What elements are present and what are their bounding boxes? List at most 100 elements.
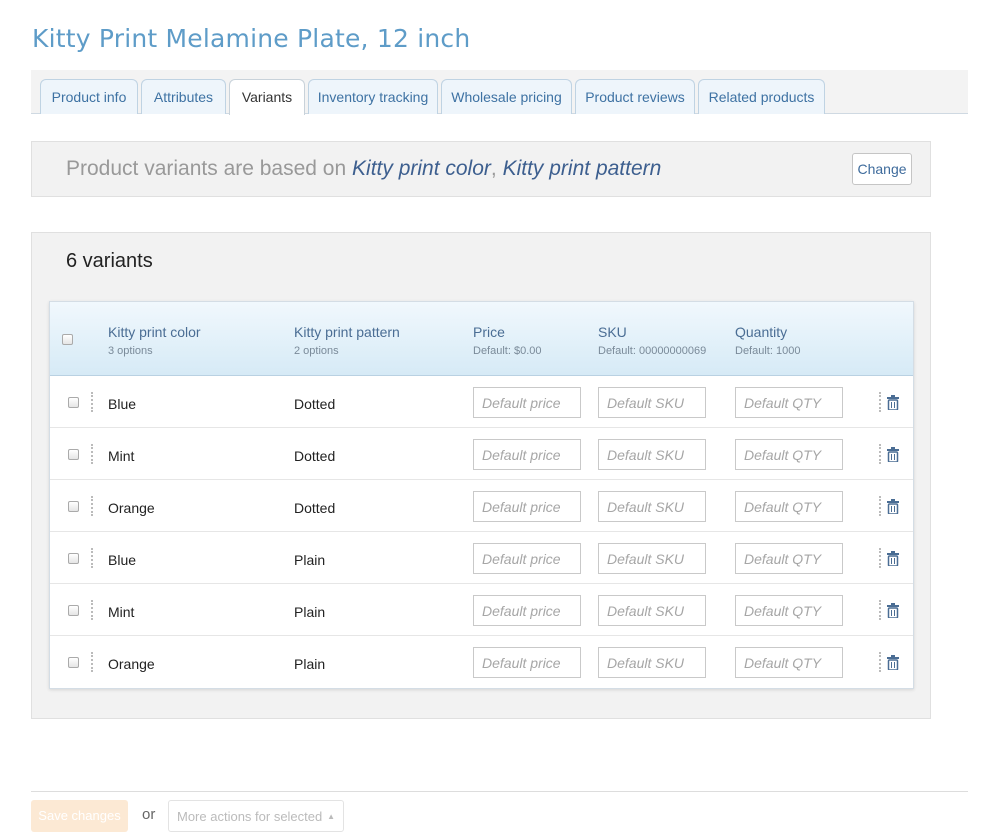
row-checkbox[interactable]	[68, 657, 79, 668]
row-drag-handle[interactable]	[91, 392, 93, 412]
tab-product-info[interactable]: Product info	[40, 79, 138, 114]
tab-related-products[interactable]: Related products	[698, 79, 825, 114]
row-separator	[879, 444, 881, 464]
row-drag-handle[interactable]	[91, 548, 93, 568]
row-pattern: Plain	[294, 604, 326, 620]
sku-input[interactable]	[598, 647, 706, 678]
row-separator	[879, 392, 881, 412]
header-qty-sub: Default: 1000	[735, 345, 801, 357]
row-checkbox[interactable]	[68, 553, 79, 564]
table-header: Kitty print color 3 options Kitty print …	[50, 302, 913, 376]
table-row: Mint Dotted	[50, 428, 913, 480]
row-pattern: Plain	[294, 552, 326, 568]
sku-input[interactable]	[598, 595, 706, 626]
row-pattern: Dotted	[294, 448, 336, 464]
header-qty: Quantity Default: 1000	[735, 324, 800, 357]
qty-input[interactable]	[735, 595, 843, 626]
tab-bar: Product info Attributes Variants Invento…	[31, 70, 968, 115]
price-input[interactable]	[473, 387, 581, 418]
table-row: Orange Dotted	[50, 480, 913, 532]
header-sku: SKU Default: 00000000069	[598, 324, 706, 357]
table-row: Mint Plain	[50, 584, 913, 636]
tab-attributes[interactable]: Attributes	[141, 79, 226, 114]
variant-count: 6 variants	[66, 250, 153, 272]
row-drag-handle[interactable]	[91, 496, 93, 516]
more-actions-dropdown[interactable]: More actions for selected ▲	[168, 800, 344, 832]
price-input[interactable]	[473, 647, 581, 678]
qty-input[interactable]	[735, 543, 843, 574]
trash-icon	[887, 655, 899, 670]
variant-basis-attr-color: Kitty print color	[352, 157, 491, 180]
trash-icon	[887, 447, 899, 462]
row-color: Mint	[108, 604, 135, 620]
header-price-label: Price	[473, 324, 505, 340]
row-pattern: Plain	[294, 656, 326, 672]
variants-table: Kitty print color 3 options Kitty print …	[49, 301, 914, 689]
variant-basis-prefix: Product variants are based on	[66, 157, 353, 180]
variant-basis-panel: Product variants are based on Kitty prin…	[31, 141, 931, 197]
tab-wholesale-pricing[interactable]: Wholesale pricing	[441, 79, 572, 114]
row-pattern: Dotted	[294, 396, 336, 412]
variant-basis-attr-pattern: Kitty print pattern	[502, 157, 662, 180]
row-drag-handle[interactable]	[91, 444, 93, 464]
row-pattern: Dotted	[294, 500, 336, 516]
row-checkbox[interactable]	[68, 501, 79, 512]
page-title: Kitty Print Melamine Plate, 12 inch	[32, 24, 471, 53]
or-text: or	[142, 806, 156, 823]
row-separator	[879, 548, 881, 568]
header-price-sub: Default: $0.00	[473, 345, 542, 357]
price-input[interactable]	[473, 595, 581, 626]
header-price: Price Default: $0.00	[473, 324, 542, 357]
footer-divider	[31, 791, 968, 792]
trash-icon	[887, 499, 899, 514]
row-separator	[879, 496, 881, 516]
sku-input[interactable]	[598, 387, 706, 418]
price-input[interactable]	[473, 439, 581, 470]
price-input[interactable]	[473, 491, 581, 522]
row-color: Orange	[108, 656, 155, 672]
sku-input[interactable]	[598, 491, 706, 522]
price-input[interactable]	[473, 543, 581, 574]
row-checkbox[interactable]	[68, 449, 79, 460]
tab-variants[interactable]: Variants	[229, 79, 305, 115]
qty-input[interactable]	[735, 439, 843, 470]
select-all-checkbox[interactable]	[62, 334, 73, 345]
qty-input[interactable]	[735, 491, 843, 522]
table-row: Blue Dotted	[50, 376, 913, 428]
row-drag-handle[interactable]	[91, 652, 93, 672]
variant-basis-text: Product variants are based on Kitty prin…	[66, 157, 661, 181]
tab-inventory-tracking[interactable]: Inventory tracking	[308, 79, 438, 114]
header-sku-label: SKU	[598, 324, 627, 340]
header-pattern-sub: 2 options	[294, 345, 339, 357]
header-qty-label: Quantity	[735, 324, 788, 340]
save-changes-button[interactable]: Save changes	[31, 800, 128, 832]
row-separator	[879, 600, 881, 620]
header-color: Kitty print color 3 options	[108, 324, 201, 357]
row-drag-handle[interactable]	[91, 600, 93, 620]
header-color-sub: 3 options	[108, 345, 153, 357]
row-color: Orange	[108, 500, 155, 516]
sku-input[interactable]	[598, 439, 706, 470]
row-separator	[879, 652, 881, 672]
qty-input[interactable]	[735, 647, 843, 678]
header-pattern: Kitty print pattern 2 options	[294, 324, 400, 357]
row-checkbox[interactable]	[68, 605, 79, 616]
header-color-label: Kitty print color	[108, 324, 201, 340]
sku-input[interactable]	[598, 543, 706, 574]
trash-icon	[887, 551, 899, 566]
variants-panel: 6 variants Kitty print color 3 options K…	[31, 232, 931, 719]
table-row: Blue Plain	[50, 532, 913, 584]
variant-basis-separator: ,	[490, 157, 503, 180]
caret-up-icon: ▲	[327, 812, 335, 821]
qty-input[interactable]	[735, 387, 843, 418]
row-color: Mint	[108, 448, 135, 464]
header-pattern-label: Kitty print pattern	[294, 324, 400, 340]
trash-icon	[887, 603, 899, 618]
table-row: Orange Plain	[50, 636, 913, 688]
trash-icon	[887, 395, 899, 410]
row-color: Blue	[108, 552, 137, 568]
row-checkbox[interactable]	[68, 397, 79, 408]
more-actions-label: More actions for selected	[177, 809, 323, 824]
change-button[interactable]: Change	[852, 153, 912, 185]
tab-product-reviews[interactable]: Product reviews	[575, 79, 695, 114]
